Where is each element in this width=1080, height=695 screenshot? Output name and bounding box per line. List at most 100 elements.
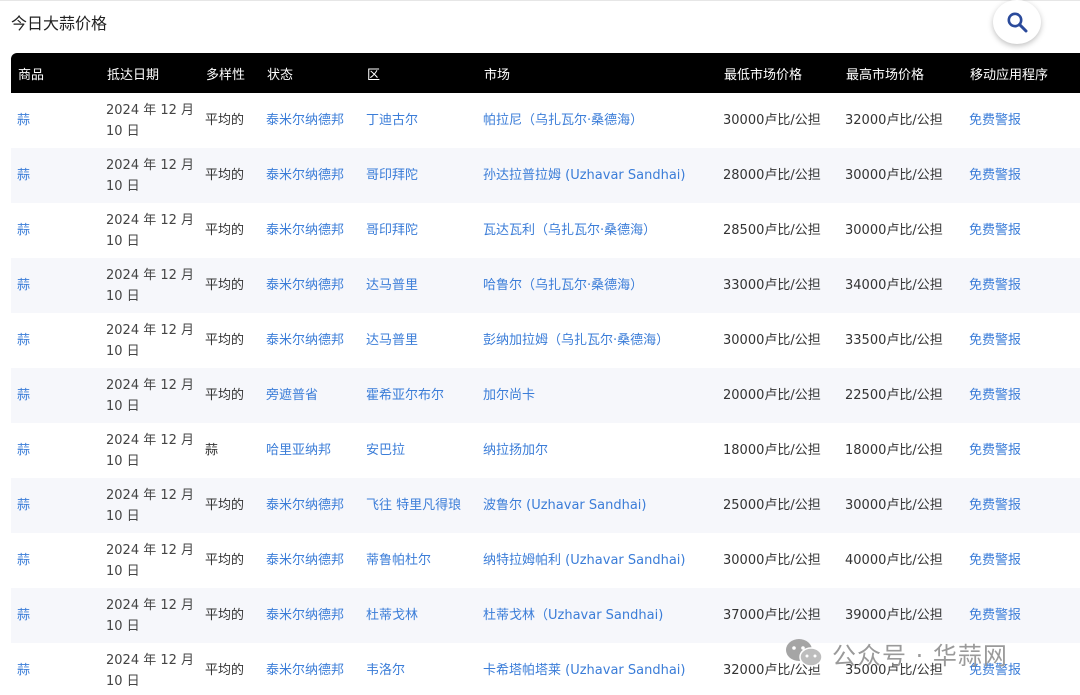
cell-district[interactable]: 飞往 特里凡得琅 — [366, 498, 461, 513]
cell-district[interactable]: 哥印拜陀 — [366, 168, 418, 183]
cell-free-alert-container: 免费警报 — [963, 313, 1080, 368]
cell-market-container: 彭纳加拉姆（乌扎瓦尔·桑德海） — [477, 313, 717, 368]
cell-arrival-date-container: 2024 年 12 月 10 日 — [100, 643, 199, 695]
cell-min-price-container: 30000卢比/公担 — [717, 93, 839, 148]
cell-free-alert[interactable]: 免费警报 — [969, 388, 1021, 403]
cell-free-alert[interactable]: 免费警报 — [969, 278, 1021, 293]
cell-state[interactable]: 旁遮普省 — [266, 388, 318, 403]
cell-state[interactable]: 泰米尔纳德邦 — [266, 608, 344, 623]
search-button[interactable] — [993, 0, 1041, 44]
cell-min-price-container: 33000卢比/公担 — [717, 258, 839, 313]
arrival-date-line1: 2024 年 12 月 — [106, 157, 195, 173]
cell-district[interactable]: 韦洛尔 — [366, 663, 405, 678]
cell-state-container: 泰米尔纳德邦 — [260, 588, 360, 643]
cell-variety-container: 平均的 — [199, 478, 260, 533]
cell-market[interactable]: 孙达拉普拉姆 (Uzhavar Sandhai) — [483, 168, 685, 183]
cell-district[interactable]: 安巴拉 — [366, 443, 405, 458]
cell-commodity[interactable]: 蒜 — [17, 663, 30, 678]
cell-commodity[interactable]: 蒜 — [17, 113, 30, 128]
cell-variety-container: 平均的 — [199, 368, 260, 423]
header-variety[interactable]: 多样性 — [199, 53, 260, 93]
cell-district[interactable]: 哥印拜陀 — [366, 223, 418, 238]
cell-commodity[interactable]: 蒜 — [17, 278, 30, 293]
arrival-date-line2: 10 日 — [106, 508, 140, 524]
cell-free-alert[interactable]: 免费警报 — [969, 553, 1021, 568]
cell-market[interactable]: 波鲁尔 (Uzhavar Sandhai) — [483, 498, 646, 513]
page-title: 今日大蒜价格 — [11, 14, 108, 33]
cell-state[interactable]: 哈里亚纳邦 — [266, 443, 331, 458]
table-row: 蒜 2024 年 12 月 10 日 平均的 泰米尔纳德邦 哥印拜陀 瓦达瓦利（乌扎瓦尔·桑… — [11, 203, 1080, 258]
cell-market[interactable]: 加尔尚卡 — [483, 388, 535, 403]
cell-min-price-container: 30000卢比/公担 — [717, 533, 839, 588]
cell-state[interactable]: 泰米尔纳德邦 — [266, 168, 344, 183]
header-mobile-app[interactable]: 移动应用程序 — [963, 53, 1080, 93]
cell-district[interactable]: 霍希亚尔布尔 — [366, 388, 444, 403]
cell-market-container: 帕拉尼（乌扎瓦尔·桑德海） — [477, 93, 717, 148]
cell-market[interactable]: 彭纳加拉姆（乌扎瓦尔·桑德海） — [483, 333, 669, 348]
cell-state[interactable]: 泰米尔纳德邦 — [266, 113, 344, 128]
cell-commodity[interactable]: 蒜 — [17, 168, 30, 183]
cell-district-container: 达马普里 — [360, 258, 477, 313]
cell-district[interactable]: 杜蒂戈林 — [366, 608, 418, 623]
cell-market[interactable]: 瓦达瓦利（乌扎瓦尔·桑德海） — [483, 223, 656, 238]
cell-market-container: 杜蒂戈林（Uzhavar Sandhai) — [477, 588, 717, 643]
cell-max-price-container: 22500卢比/公担 — [839, 368, 963, 423]
cell-district[interactable]: 丁迪古尔 — [366, 113, 418, 128]
cell-state[interactable]: 泰米尔纳德邦 — [266, 278, 344, 293]
cell-commodity[interactable]: 蒜 — [17, 223, 30, 238]
cell-market[interactable]: 纳特拉姆帕利 (Uzhavar Sandhai) — [483, 553, 685, 568]
cell-variety-container: 平均的 — [199, 148, 260, 203]
cell-state-container: 泰米尔纳德邦 — [260, 148, 360, 203]
header-min-price[interactable]: 最低市场价格 — [717, 53, 839, 93]
cell-state-container: 哈里亚纳邦 — [260, 423, 360, 478]
cell-commodity-container: 蒜 — [11, 93, 100, 148]
cell-free-alert[interactable]: 免费警报 — [969, 168, 1021, 183]
cell-state[interactable]: 泰米尔纳德邦 — [266, 553, 344, 568]
cell-max-price: 22500卢比/公担 — [845, 388, 943, 403]
header-district[interactable]: 区 — [360, 53, 477, 93]
cell-free-alert[interactable]: 免费警报 — [969, 608, 1021, 623]
arrival-date-line2: 10 日 — [106, 288, 140, 304]
cell-market[interactable]: 杜蒂戈林（Uzhavar Sandhai) — [483, 608, 663, 623]
cell-variety: 平均的 — [205, 223, 245, 238]
cell-free-alert[interactable]: 免费警报 — [969, 443, 1021, 458]
cell-commodity[interactable]: 蒜 — [17, 443, 30, 458]
price-table: 商品 抵达日期 多样性 状态 区 市场 最低市场价格 最高市场价格 移动应用程序… — [11, 53, 1080, 695]
cell-state-container: 泰米尔纳德邦 — [260, 93, 360, 148]
header-arrival-date[interactable]: 抵达日期 — [100, 53, 199, 93]
table-row: 蒜 2024 年 12 月 10 日 平均的 泰米尔纳德邦 达马普里 彭纳加拉姆（乌扎瓦尔·… — [11, 313, 1080, 368]
cell-min-price-container: 37000卢比/公担 — [717, 588, 839, 643]
cell-free-alert[interactable]: 免费警报 — [969, 223, 1021, 238]
cell-market[interactable]: 哈鲁尔（乌扎瓦尔·桑德海） — [483, 278, 643, 293]
cell-state[interactable]: 泰米尔纳德邦 — [266, 663, 344, 678]
cell-commodity[interactable]: 蒜 — [17, 608, 30, 623]
cell-commodity[interactable]: 蒜 — [17, 553, 30, 568]
cell-market[interactable]: 卡希塔帕塔莱 (Uzhavar Sandhai) — [483, 663, 685, 678]
cell-state[interactable]: 泰米尔纳德邦 — [266, 333, 344, 348]
cell-commodity[interactable]: 蒜 — [17, 498, 30, 513]
cell-commodity-container: 蒜 — [11, 313, 100, 368]
cell-market-container: 瓦达瓦利（乌扎瓦尔·桑德海） — [477, 203, 717, 258]
cell-max-price-container: 18000卢比/公担 — [839, 423, 963, 478]
cell-state[interactable]: 泰米尔纳德邦 — [266, 223, 344, 238]
cell-free-alert[interactable]: 免费警报 — [969, 333, 1021, 348]
header-max-price[interactable]: 最高市场价格 — [839, 53, 963, 93]
header-state[interactable]: 状态 — [260, 53, 360, 93]
cell-market[interactable]: 帕拉尼（乌扎瓦尔·桑德海） — [483, 113, 643, 128]
arrival-date-line2: 10 日 — [106, 563, 140, 579]
cell-state[interactable]: 泰米尔纳德邦 — [266, 498, 344, 513]
cell-free-alert-container: 免费警报 — [963, 258, 1080, 313]
cell-district[interactable]: 达马普里 — [366, 333, 418, 348]
cell-district[interactable]: 达马普里 — [366, 278, 418, 293]
cell-max-price-container: 32000卢比/公担 — [839, 93, 963, 148]
cell-free-alert[interactable]: 免费警报 — [969, 113, 1021, 128]
cell-free-alert[interactable]: 免费警报 — [969, 498, 1021, 513]
header-market[interactable]: 市场 — [477, 53, 717, 93]
cell-district[interactable]: 蒂鲁帕杜尔 — [366, 553, 431, 568]
cell-commodity[interactable]: 蒜 — [17, 388, 30, 403]
cell-arrival-date-container: 2024 年 12 月 10 日 — [100, 203, 199, 258]
cell-commodity[interactable]: 蒜 — [17, 333, 30, 348]
cell-market[interactable]: 纳拉扬加尔 — [483, 443, 548, 458]
cell-free-alert-container: 免费警报 — [963, 93, 1080, 148]
header-commodity[interactable]: 商品 — [11, 53, 100, 93]
